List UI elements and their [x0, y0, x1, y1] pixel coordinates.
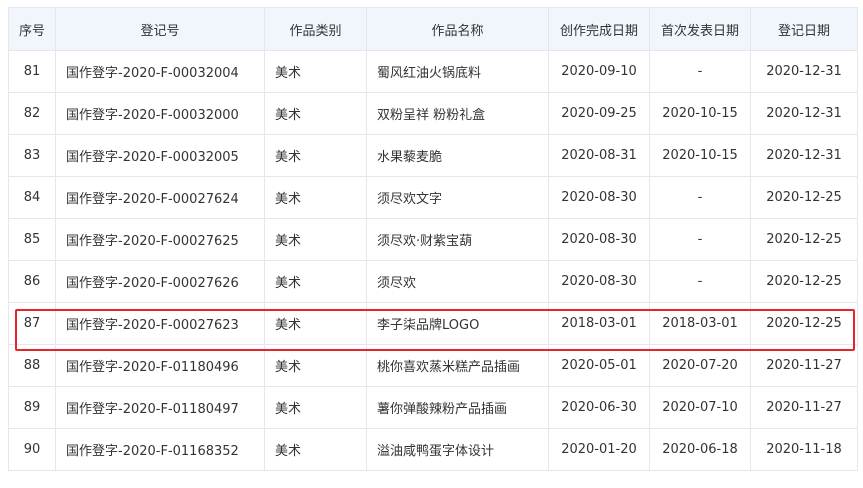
table-row: 90 国作登字-2020-F-01168352 美术 溢油咸鸭蛋字体设计 2020-01… — [9, 429, 858, 471]
cell-registration-number: 国作登字-2020-F-01168352 — [56, 429, 265, 471]
table-body: 81 国作登字-2020-F-00032004 美术 蜀风红油火锅底料 2020-09-… — [9, 51, 858, 471]
cell-registration-number: 国作登字-2020-F-00032004 — [56, 51, 265, 93]
cell-publish-date: 2020-10-15 — [650, 93, 751, 135]
cell-creation-date: 2020-06-30 — [549, 387, 650, 429]
cell-creation-date: 2020-08-30 — [549, 261, 650, 303]
cell-index: 83 — [9, 135, 56, 177]
cell-creation-date: 2020-01-20 — [549, 429, 650, 471]
cell-registration-date: 2020-12-25 — [751, 219, 858, 261]
cell-work-name: 蜀风红油火锅底料 — [367, 51, 549, 93]
cell-registration-date: 2020-11-27 — [751, 345, 858, 387]
cell-publish-date: 2018-03-01 — [650, 303, 751, 345]
cell-work-name: 须尽欢文字 — [367, 177, 549, 219]
cell-registration-date: 2020-12-31 — [751, 93, 858, 135]
header-index: 序号 — [9, 8, 56, 51]
cell-index: 86 — [9, 261, 56, 303]
cell-work-category: 美术 — [265, 51, 367, 93]
cell-creation-date: 2018-03-01 — [549, 303, 650, 345]
cell-registration-number: 国作登字-2020-F-00027623 — [56, 303, 265, 345]
cell-publish-date: 2020-10-15 — [650, 135, 751, 177]
cell-work-category: 美术 — [265, 261, 367, 303]
cell-registration-number: 国作登字-2020-F-00027625 — [56, 219, 265, 261]
cell-work-name: 须尽欢·财紫宝葫 — [367, 219, 549, 261]
cell-publish-date: - — [650, 51, 751, 93]
table-row: 81 国作登字-2020-F-00032004 美术 蜀风红油火锅底料 2020-09-… — [9, 51, 858, 93]
cell-index: 88 — [9, 345, 56, 387]
cell-publish-date: 2020-07-20 — [650, 345, 751, 387]
cell-registration-number: 国作登字-2020-F-00027624 — [56, 177, 265, 219]
cell-index: 90 — [9, 429, 56, 471]
cell-work-name: 溢油咸鸭蛋字体设计 — [367, 429, 549, 471]
header-creation-date: 创作完成日期 — [549, 8, 650, 51]
cell-creation-date: 2020-08-30 — [549, 219, 650, 261]
cell-index: 81 — [9, 51, 56, 93]
cell-work-name: 李子柒品牌LOGO — [367, 303, 549, 345]
cell-registration-date: 2020-11-27 — [751, 387, 858, 429]
cell-registration-number: 国作登字-2020-F-01180496 — [56, 345, 265, 387]
table-row: 86 国作登字-2020-F-00027626 美术 须尽欢 2020-08-30-20… — [9, 261, 858, 303]
cell-work-name: 双粉呈祥 粉粉礼盒 — [367, 93, 549, 135]
cell-registration-date: 2020-12-31 — [751, 51, 858, 93]
cell-publish-date: - — [650, 177, 751, 219]
cell-index: 85 — [9, 219, 56, 261]
cell-index: 84 — [9, 177, 56, 219]
cell-index: 82 — [9, 93, 56, 135]
table-header-row: 序号 登记号 作品类别 作品名称 创作完成日期 首次发表日期 登记日期 — [9, 8, 858, 51]
cell-index: 89 — [9, 387, 56, 429]
cell-creation-date: 2020-08-31 — [549, 135, 650, 177]
cell-registration-number: 国作登字-2020-F-00032005 — [56, 135, 265, 177]
table-row: 89 国作登字-2020-F-01180497 美术 薯你弹酸辣粉产品插画 2020-0… — [9, 387, 858, 429]
cell-work-category: 美术 — [265, 219, 367, 261]
copyright-registration-table: 序号 登记号 作品类别 作品名称 创作完成日期 首次发表日期 登记日期 81 国作… — [8, 7, 858, 471]
table-row: 82 国作登字-2020-F-00032000 美术 双粉呈祥 粉粉礼盒 2020-09… — [9, 93, 858, 135]
cell-work-category: 美术 — [265, 177, 367, 219]
cell-creation-date: 2020-08-30 — [549, 177, 650, 219]
cell-work-name: 水果藜麦脆 — [367, 135, 549, 177]
cell-work-category: 美术 — [265, 387, 367, 429]
cell-work-name: 桃你喜欢蒸米糕产品插画 — [367, 345, 549, 387]
cell-publish-date: - — [650, 219, 751, 261]
cell-creation-date: 2020-05-01 — [549, 345, 650, 387]
cell-index: 87 — [9, 303, 56, 345]
cell-registration-date: 2020-12-25 — [751, 177, 858, 219]
table-row: 85 国作登字-2020-F-00027625 美术 须尽欢·财紫宝葫 2020-08-… — [9, 219, 858, 261]
cell-work-name: 薯你弹酸辣粉产品插画 — [367, 387, 549, 429]
cell-work-category: 美术 — [265, 303, 367, 345]
cell-registration-number: 国作登字-2020-F-00027626 — [56, 261, 265, 303]
cell-work-category: 美术 — [265, 429, 367, 471]
header-work-name: 作品名称 — [367, 8, 549, 51]
table-row: 84 国作登字-2020-F-00027624 美术 须尽欢文字 2020-08-30-… — [9, 177, 858, 219]
cell-publish-date: 2020-07-10 — [650, 387, 751, 429]
header-publish-date: 首次发表日期 — [650, 8, 751, 51]
cell-registration-date: 2020-11-18 — [751, 429, 858, 471]
cell-work-name: 须尽欢 — [367, 261, 549, 303]
header-work-category: 作品类别 — [265, 8, 367, 51]
cell-creation-date: 2020-09-25 — [549, 93, 650, 135]
table-row: 83 国作登字-2020-F-00032005 美术 水果藜麦脆 2020-08-31 2… — [9, 135, 858, 177]
cell-registration-number: 国作登字-2020-F-00032000 — [56, 93, 265, 135]
cell-registration-date: 2020-12-25 — [751, 303, 858, 345]
cell-registration-date: 2020-12-25 — [751, 261, 858, 303]
header-registration-date: 登记日期 — [751, 8, 858, 51]
table-row: 88 国作登字-2020-F-01180496 美术 桃你喜欢蒸米糕产品插画 2020-… — [9, 345, 858, 387]
cell-creation-date: 2020-09-10 — [549, 51, 650, 93]
cell-work-category: 美术 — [265, 135, 367, 177]
cell-registration-date: 2020-12-31 — [751, 135, 858, 177]
cell-publish-date: - — [650, 261, 751, 303]
header-registration-number: 登记号 — [56, 8, 265, 51]
cell-work-category: 美术 — [265, 93, 367, 135]
cell-registration-number: 国作登字-2020-F-01180497 — [56, 387, 265, 429]
cell-publish-date: 2020-06-18 — [650, 429, 751, 471]
table-row: 87 国作登字-2020-F-00027623 美术 李子柒品牌LOGO 2018-03… — [9, 303, 858, 345]
cell-work-category: 美术 — [265, 345, 367, 387]
